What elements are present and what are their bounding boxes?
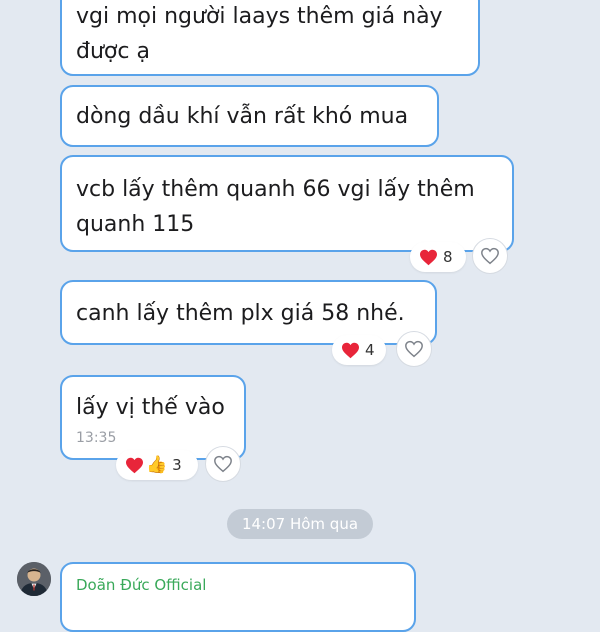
reaction-count: 8 [443, 248, 453, 266]
heart-icon [420, 249, 437, 265]
message-bubble[interactable]: Doãn Đức Official [60, 562, 416, 632]
reaction-summary[interactable]: 👍 3 [116, 450, 198, 480]
reaction-count: 4 [365, 341, 375, 359]
heart-outline-icon [214, 455, 232, 473]
react-button[interactable] [396, 331, 432, 367]
heart-icon [342, 342, 359, 358]
message-text: canh lấy thêm plx giá 58 nhé. [76, 301, 405, 326]
react-button[interactable] [472, 238, 508, 274]
message-bubble[interactable]: vcb lấy thêm quanh 66 vgi lấy thêm quanh… [60, 155, 514, 252]
heart-outline-icon [405, 340, 423, 358]
thumbs-up-icon: 👍 [146, 454, 168, 475]
heart-outline-icon [481, 247, 499, 265]
timestamp-divider: 14:07 Hôm qua [227, 509, 373, 539]
react-button[interactable] [205, 446, 241, 482]
message-time: 13:35 [76, 430, 117, 446]
avatar-image [17, 562, 51, 596]
message-text: lấy vị thế vào [76, 395, 225, 420]
message-bubble[interactable]: canh lấy thêm plx giá 58 nhé. [60, 280, 437, 345]
reaction-summary[interactable]: 4 [332, 335, 386, 365]
message-bubble[interactable]: dòng dầu khí vẫn rất khó mua [60, 85, 439, 147]
reaction-count: 3 [172, 456, 182, 474]
sender-name[interactable]: Doãn Đức Official [76, 572, 400, 598]
message-text: vgi mọi người laays thêm giá này được ạ [76, 4, 443, 64]
reaction-summary[interactable]: 8 [410, 242, 466, 272]
message-bubble[interactable]: vgi mọi người laays thêm giá này được ạ [60, 0, 480, 76]
message-text: dòng dầu khí vẫn rất khó mua [76, 104, 409, 129]
avatar[interactable] [17, 562, 51, 596]
heart-icon [126, 457, 143, 473]
message-text: vcb lấy thêm quanh 66 vgi lấy thêm quanh… [76, 177, 475, 237]
